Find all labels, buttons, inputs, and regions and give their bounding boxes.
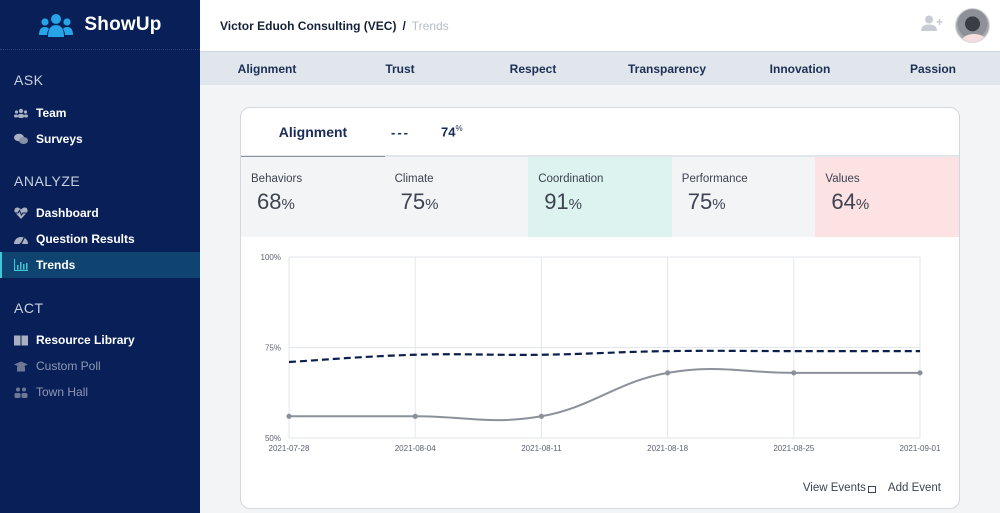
- metric-number: 75: [400, 189, 426, 214]
- sidebar-item-custom-poll[interactable]: Custom Poll: [0, 353, 200, 379]
- tab-respect[interactable]: Respect: [510, 62, 557, 76]
- sidebar-item-label: Town Hall: [36, 385, 89, 399]
- metric-label: Performance: [681, 173, 748, 185]
- sidebar-item-label: Trends: [36, 258, 76, 272]
- metric-number: 91: [544, 189, 569, 214]
- metric-performance[interactable]: Performance 75%: [671, 157, 816, 237]
- team-icon: [14, 107, 28, 119]
- app-name: ShowUp: [84, 13, 162, 35]
- metric-values[interactable]: Values 64%: [815, 157, 959, 237]
- breadcrumb-current: Trends: [411, 18, 449, 33]
- data-point: [791, 370, 797, 376]
- metric-unit: %: [281, 196, 295, 213]
- data-point: [538, 413, 544, 419]
- sidebar-item-label: Team: [36, 106, 67, 120]
- data-point: [917, 370, 923, 376]
- y-tick-label: 75%: [265, 344, 281, 353]
- sidebar-item-label: Resource Library: [36, 333, 135, 347]
- gauge-icon: [14, 233, 28, 245]
- view-events-checkbox[interactable]: [867, 485, 876, 493]
- legend-value-number: 74: [441, 124, 456, 140]
- user-avatar[interactable]: [955, 8, 990, 43]
- graduation-cap-icon: [14, 360, 28, 372]
- tab-passion[interactable]: Passion: [910, 62, 956, 76]
- tab-alignment[interactable]: Alignment: [238, 62, 297, 76]
- metric-value: 75%: [395, 189, 529, 215]
- metric-value: 64%: [825, 189, 959, 215]
- metric-climate[interactable]: Climate 75%: [384, 157, 529, 237]
- metric-label: Behaviors: [251, 173, 303, 185]
- add-event-button[interactable]: Add Event: [888, 482, 941, 494]
- data-point: [665, 370, 671, 376]
- metric-label: Climate: [394, 173, 434, 185]
- tab-transparency[interactable]: Transparency: [628, 62, 706, 76]
- sidebar: ShowUp ASK Team Surveys ANALYZE Dashboar…: [0, 0, 200, 513]
- metric-unit: %: [712, 196, 726, 213]
- tab-innovation[interactable]: Innovation: [770, 62, 831, 76]
- x-tick-label: 2021-08-04: [395, 444, 436, 453]
- chat-bubbles-icon: [14, 133, 28, 145]
- sidebar-item-label: Question Results: [36, 232, 135, 246]
- y-tick-label: 100%: [261, 253, 281, 262]
- sidebar-item-trends[interactable]: Trends: [0, 252, 200, 278]
- trend-line-chart: 50% 75% 100% 2021-07-28 2021-08-04 2021-08-11…: [261, 253, 941, 453]
- data-point: [286, 413, 292, 419]
- sidebar-item-town-hall[interactable]: Town Hall: [0, 379, 200, 405]
- metric-unit: %: [855, 196, 870, 213]
- x-tick-label: 2021-08-11: [521, 444, 562, 453]
- sidebar-item-dashboard[interactable]: Dashboard: [0, 200, 200, 226]
- heart-pulse-icon: [14, 207, 28, 219]
- metric-label: Values: [825, 173, 860, 185]
- section-title-act: ACT: [14, 300, 44, 316]
- legend-benchmark-value: 74%: [441, 124, 463, 139]
- metric-number: 75: [687, 189, 713, 214]
- metric-unit: %: [568, 196, 583, 213]
- sidebar-item-resource-library[interactable]: Resource Library: [0, 327, 200, 353]
- value-tabs: Alignment Trust Respect Transparency Inn…: [200, 51, 1000, 85]
- breadcrumb: Victor Eduoh Consulting (VEC) / Trends: [200, 19, 449, 33]
- breadcrumb-separator: /: [402, 18, 406, 33]
- y-tick-label: 50%: [265, 434, 281, 443]
- breadcrumb-org[interactable]: Victor Eduoh Consulting (VEC): [220, 19, 396, 33]
- metric-label: Coordination: [538, 173, 604, 185]
- metric-unit: %: [425, 196, 439, 213]
- sidebar-item-surveys[interactable]: Surveys: [0, 126, 200, 152]
- metric-behaviors[interactable]: Behaviors 68%: [241, 157, 385, 237]
- group-icon: [14, 386, 28, 398]
- x-tick-label: 2021-08-18: [647, 444, 688, 453]
- metric-number: 64: [831, 189, 856, 214]
- add-user-icon[interactable]: [921, 15, 943, 36]
- users-logo-icon: [38, 13, 74, 37]
- top-header: Victor Eduoh Consulting (VEC) / Trends: [200, 0, 1000, 51]
- x-tick-label: 2021-08-25: [773, 444, 814, 453]
- metric-value: 75%: [682, 189, 816, 215]
- series-line-alignment: [288, 367, 920, 422]
- tab-trust[interactable]: Trust: [385, 62, 414, 76]
- trend-card: Alignment --- 74% Behaviors 68% Climate …: [240, 107, 960, 509]
- x-tick-label: 2021-09-01: [900, 444, 941, 453]
- metric-number: 68: [257, 189, 282, 214]
- card-tab-alignment[interactable]: Alignment: [241, 108, 385, 159]
- section-title-ask: ASK: [14, 72, 44, 88]
- brand[interactable]: ShowUp: [0, 0, 200, 50]
- metric-coordination[interactable]: Coordination 91%: [528, 157, 672, 237]
- legend-value-unit: %: [455, 124, 463, 133]
- metric-tiles: Behaviors 68% Climate 75% Coordination 9…: [241, 157, 959, 237]
- metric-value: 91%: [538, 189, 672, 215]
- sidebar-item-label: Custom Poll: [36, 359, 101, 373]
- data-point: [412, 413, 418, 419]
- sidebar-item-question-results[interactable]: Question Results: [0, 226, 200, 252]
- view-events-label: View Events: [802, 482, 866, 494]
- x-tick-label: 2021-07-28: [269, 444, 310, 453]
- view-events-toggle[interactable]: View Events: [803, 482, 876, 494]
- section-title-analyze: ANALYZE: [14, 173, 81, 189]
- sidebar-item-label: Surveys: [36, 132, 83, 146]
- legend-dashed-symbol: ---: [391, 125, 410, 140]
- series-line-benchmark: [288, 349, 920, 364]
- sidebar-item-label: Dashboard: [36, 206, 99, 220]
- book-icon: [14, 334, 28, 346]
- bar-chart-icon: [14, 259, 28, 271]
- metric-value: 68%: [251, 189, 385, 215]
- sidebar-item-team[interactable]: Team: [0, 100, 200, 126]
